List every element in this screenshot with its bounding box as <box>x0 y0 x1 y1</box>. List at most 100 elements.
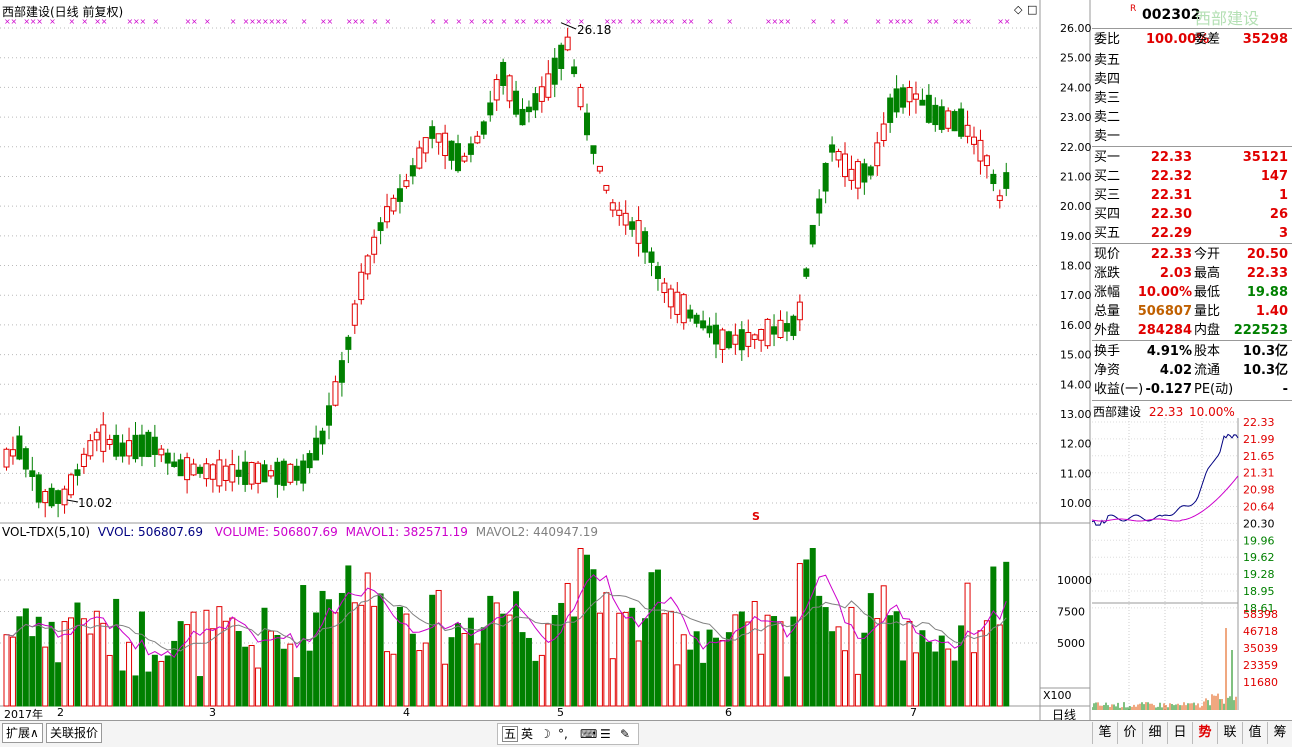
square-icon[interactable]: □ <box>1027 3 1037 16</box>
volume-bar <box>648 572 655 707</box>
mini-price-tick: 19.96 <box>1243 534 1275 547</box>
month-label: 4 <box>403 706 410 719</box>
candle-body <box>938 106 945 130</box>
candle-body <box>603 184 610 191</box>
candle-body <box>906 87 913 103</box>
candle-body <box>158 448 165 456</box>
rtab-chips[interactable]: 筹 <box>1267 722 1292 744</box>
candle-body <box>74 469 81 476</box>
signal-mark: × <box>372 17 379 26</box>
fund-value: 4.02 <box>1159 363 1192 378</box>
wrench-icon[interactable]: ✎ <box>620 724 630 744</box>
rtab-price[interactable]: 价 <box>1117 722 1142 744</box>
price-tick: 24.00 <box>1060 81 1092 94</box>
moon-icon[interactable]: ☽ <box>540 724 551 744</box>
candle-body <box>564 36 571 51</box>
candle-body <box>854 161 861 189</box>
five-stroke-icon[interactable]: 五 <box>502 726 519 742</box>
rtab-link[interactable]: 联 <box>1217 722 1242 744</box>
volume-bar <box>687 649 694 707</box>
fund-table: 换手 4.91% 股本 10.3亿 净资 4.02 流通 10.3亿 收益(一) -0.127… <box>1094 342 1290 402</box>
signal-mark: × <box>688 17 695 26</box>
candle-body <box>338 360 345 383</box>
volume-bar <box>874 618 881 707</box>
volume-bar <box>990 566 997 707</box>
volume-bar <box>293 677 300 707</box>
candle-body <box>700 320 707 329</box>
volume-bar <box>287 643 294 707</box>
volume-tick: 5000 <box>1057 637 1085 650</box>
volume-bar <box>635 640 642 707</box>
volume-bar <box>138 611 145 707</box>
volume-bar <box>725 632 732 707</box>
candle-body <box>435 133 442 143</box>
stat-value: 20.50 <box>1246 247 1288 262</box>
candle-body <box>732 334 739 345</box>
candle-body <box>945 110 952 129</box>
volume-bar <box>758 653 765 707</box>
candle-body <box>758 328 765 341</box>
candle-body <box>816 198 823 214</box>
fund-label: 净资 <box>1094 363 1121 378</box>
intraday-mini-chart[interactable]: 22.33 21.99 21.65 21.31 20.98 20.64 20.30 19.96… <box>1092 418 1292 718</box>
volume-bar <box>783 676 790 707</box>
candle-body <box>119 442 126 457</box>
signal-mark: × <box>385 17 392 26</box>
fund-label: 换手 <box>1094 344 1121 359</box>
settings-icon[interactable]: ☰ <box>600 724 611 744</box>
signal-mark: × <box>707 17 714 26</box>
candle-body <box>22 448 29 470</box>
candle-body <box>680 294 687 324</box>
volume-bar <box>732 614 739 707</box>
rtab-value[interactable]: 值 <box>1242 722 1267 744</box>
stat-label: 内盘 <box>1194 323 1221 338</box>
buy-vol: 35121 <box>1242 150 1288 165</box>
candle-body <box>584 112 590 136</box>
candle-body <box>874 142 881 167</box>
diamond-icon[interactable]: ◇ <box>1014 3 1022 16</box>
volume-bar <box>848 606 855 707</box>
candle-body <box>138 434 145 457</box>
price-tick: 20.00 <box>1060 200 1092 213</box>
indicator-name: VOL-TDX(5,10) <box>2 525 91 539</box>
candle-body <box>513 90 520 115</box>
volume-bar <box>867 593 874 707</box>
volume-bar <box>29 636 36 707</box>
volume-bar <box>74 602 81 707</box>
candle-body <box>596 165 603 172</box>
candle-body <box>577 86 584 108</box>
volume-bar <box>900 660 907 707</box>
rtab-trend[interactable]: 势 <box>1192 722 1217 744</box>
candle-body <box>164 452 171 464</box>
tab-expand[interactable]: 扩展∧ <box>2 723 43 743</box>
signal-mark: × <box>617 17 624 26</box>
candle-body <box>777 319 784 338</box>
candle-body <box>384 206 391 223</box>
keyboard-icon[interactable]: ⌨ <box>580 724 597 744</box>
candle-body <box>467 143 474 155</box>
rtab-detail[interactable]: 细 <box>1142 722 1167 744</box>
rtab-trades[interactable]: 笔 <box>1092 722 1117 744</box>
volume-bar <box>364 572 371 707</box>
input-toolbar: 五 英 ☽ °, ⌨ ☰ ✎ <box>497 723 639 745</box>
buy-label: 买一 <box>1094 150 1121 165</box>
stat-label: 量比 <box>1194 304 1221 319</box>
volume-bar <box>577 548 584 707</box>
rtab-daily[interactable]: 日 <box>1167 722 1192 744</box>
volume-bar <box>945 648 952 707</box>
volume-bar <box>203 609 210 707</box>
signal-mark: × <box>468 17 475 26</box>
volume-bar <box>861 632 868 707</box>
price-tick: 19.00 <box>1060 230 1092 243</box>
signal-mark: × <box>565 17 572 26</box>
candle-body <box>519 108 526 126</box>
candle-body <box>293 465 300 481</box>
english-mode-icon[interactable]: 英 <box>521 724 533 744</box>
buy-book: 买一 22.33 35121 买二 22.32 147 买三 22.31 1 买四 22.30… <box>1094 148 1290 244</box>
tab-related-quote[interactable]: 关联报价 <box>46 723 103 743</box>
candle-body <box>351 303 358 326</box>
buy-price: 22.33 <box>1150 150 1192 165</box>
candle-body <box>809 224 816 245</box>
volume-bar <box>274 635 281 707</box>
punctuation-icon[interactable]: °, <box>558 724 568 744</box>
